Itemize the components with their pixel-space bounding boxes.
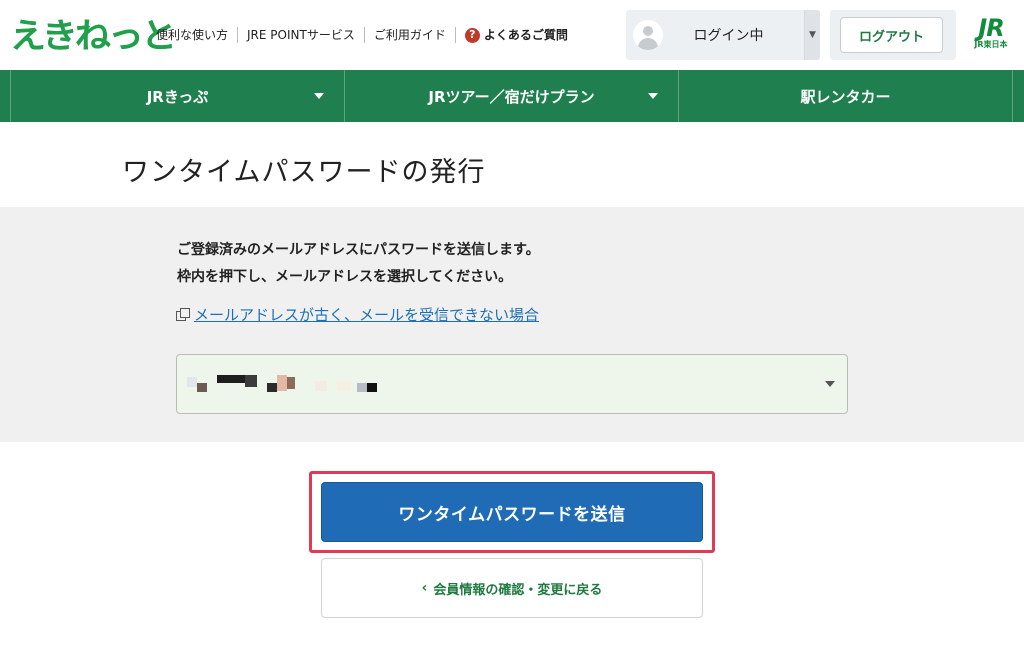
nav-item-rent-a-car[interactable]: 駅レンタカー xyxy=(679,70,1013,122)
back-to-member-info-button[interactable]: ‹ 会員情報の確認・変更に戻る xyxy=(321,558,703,618)
link-jre-point[interactable]: JRE POINTサービス xyxy=(238,27,365,43)
email-panel: ご登録済みのメールアドレスにパスワードを送信します。 枠内を押下し、メールアドレ… xyxy=(0,207,1024,442)
send-one-time-password-button[interactable]: ワンタイムパスワードを送信 xyxy=(321,482,703,542)
logout-button[interactable]: ログアウト xyxy=(840,17,943,53)
instruction-line-2: 枠内を押下し、メールアドレスを選択してください。 xyxy=(177,269,513,285)
jr-logo-sub: JR東日本 xyxy=(974,40,1008,49)
question-icon: ? xyxy=(464,27,480,43)
caret-down-icon xyxy=(648,93,658,99)
email-address-select[interactable] xyxy=(176,354,848,414)
faq-label: よくあるご質問 xyxy=(483,28,568,42)
ekinet-logo[interactable]: えきねっと xyxy=(10,12,177,56)
logo-text: えきねっと xyxy=(10,16,177,56)
login-status-dropdown[interactable]: ログイン中 ▼ xyxy=(626,10,820,60)
nav-item-label: JRきっぷ xyxy=(146,87,209,106)
nav-item-label: 駅レンタカー xyxy=(800,87,891,106)
instruction-line-1: ご登録済みのメールアドレスにパスワードを送信します。 xyxy=(177,242,540,258)
main-nav: JRきっぷ JRツアー／宿だけプラン 駅レンタカー xyxy=(0,70,1024,122)
nav-item-jr-tickets[interactable]: JRきっぷ xyxy=(10,70,345,122)
email-trouble-link-text: メールアドレスが古く、メールを受信できない場合 xyxy=(194,306,540,324)
header-links: 便利な使い方 JRE POINTサービス ご利用ガイド ? よくあるご質問 xyxy=(156,27,577,43)
logout-area: ログアウト xyxy=(830,10,956,60)
dropdown-caret-icon xyxy=(825,381,835,387)
external-link-icon xyxy=(176,308,190,321)
user-avatar-icon xyxy=(633,20,663,50)
nav-item-jr-tour[interactable]: JRツアー／宿だけプラン xyxy=(345,70,679,122)
page-title: ワンタイムパスワードの発行 xyxy=(122,157,486,188)
jr-logo-mark: JR xyxy=(978,14,1004,42)
chevron-left-icon: ‹ xyxy=(421,580,428,596)
back-button-label: 会員情報の確認・変更に戻る xyxy=(433,582,603,598)
chevron-down-icon: ▼ xyxy=(804,10,820,60)
caret-down-icon xyxy=(314,93,324,99)
login-status-label: ログイン中 xyxy=(693,28,764,44)
email-trouble-link[interactable]: メールアドレスが古く、メールを受信できない場合 xyxy=(176,304,539,325)
site-header: えきねっと 便利な使い方 JRE POINTサービス ご利用ガイド ? よくある… xyxy=(0,0,1024,70)
nav-item-label: JRツアー／宿だけプラン xyxy=(428,87,595,106)
link-faq[interactable]: ? よくあるご質問 xyxy=(456,27,577,43)
instruction-text: ご登録済みのメールアドレスにパスワードを送信します。 枠内を押下し、メールアドレ… xyxy=(177,237,540,291)
jr-east-logo: JR JR東日本 xyxy=(966,16,1016,56)
link-guide[interactable]: ご利用ガイド xyxy=(365,27,456,43)
link-how-to-use[interactable]: 便利な使い方 xyxy=(156,27,239,43)
